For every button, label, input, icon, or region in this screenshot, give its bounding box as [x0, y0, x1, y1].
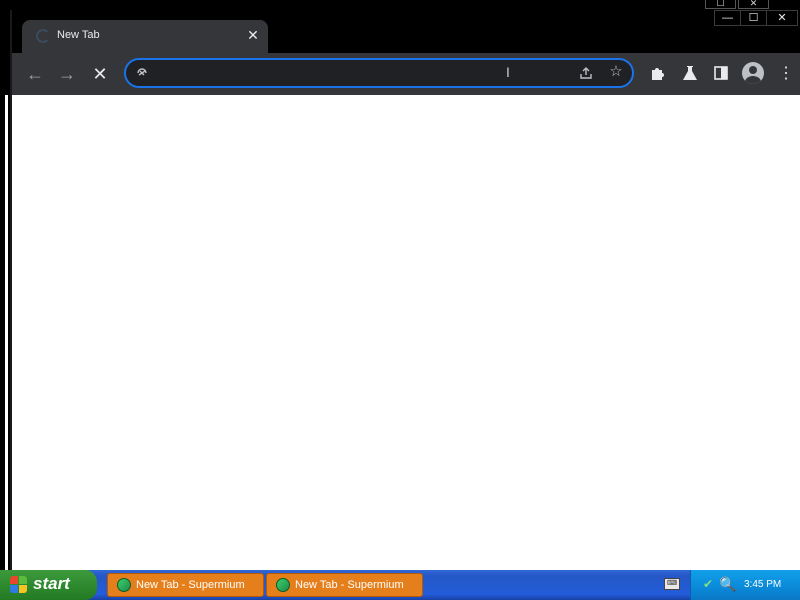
background-maximize-button[interactable]: ☐ [705, 0, 736, 9]
background-window-titlebar [0, 0, 800, 10]
tab-strip: New Tab ✕ — ☐ ✕ [12, 10, 800, 53]
network-icon[interactable]: ✔ [703, 577, 717, 591]
text-cursor-icon: I [506, 64, 510, 80]
background-close-button[interactable]: ✕ [738, 0, 769, 9]
side-panel-icon[interactable] [711, 64, 731, 84]
taskbar-item[interactable]: New Tab - Supermium [266, 573, 423, 597]
labs-flask-icon[interactable] [680, 64, 700, 84]
background-window-controls: ☐ ✕ [705, 0, 800, 10]
share-icon[interactable] [578, 65, 594, 81]
close-button[interactable]: ✕ [766, 10, 798, 26]
browser-toolbar: ← → ✕ I ☆ ⋮ [12, 53, 800, 95]
tab-title: New Tab [57, 29, 100, 41]
taskbar-item-label: New Tab - Supermium [136, 579, 245, 591]
avatar-head [749, 66, 757, 74]
search-tray-icon[interactable]: 🔍 [719, 576, 736, 592]
system-tray: ⌨ ✔ 🔍 3:45 PM [664, 570, 800, 600]
avatar-body [745, 76, 761, 84]
minimize-button[interactable]: — [714, 10, 741, 26]
loading-spinner-icon [36, 29, 50, 43]
clock[interactable]: 3:45 PM [744, 579, 781, 590]
stop-loading-icon[interactable]: ✕ [90, 64, 110, 84]
forward-arrow-icon[interactable]: → [57, 64, 77, 84]
address-input[interactable] [156, 63, 580, 85]
tab-new-tab[interactable]: New Tab ✕ [22, 20, 268, 53]
address-bar[interactable]: I ☆ [124, 58, 634, 88]
browser-window: New Tab ✕ — ☐ ✕ ← → ✕ I ☆ ⋮ [10, 10, 800, 570]
start-button[interactable]: start [0, 570, 97, 600]
taskbar-item[interactable]: New Tab - Supermium [107, 573, 264, 597]
supermium-icon [117, 578, 131, 592]
bookmark-star-icon[interactable]: ☆ [608, 64, 624, 80]
tab-close-icon[interactable]: ✕ [244, 26, 262, 44]
back-arrow-icon[interactable]: ← [25, 64, 45, 84]
extensions-icon[interactable] [648, 64, 668, 84]
supermium-icon [276, 578, 290, 592]
window-controls: — ☐ ✕ [714, 10, 798, 28]
maximize-button[interactable]: ☐ [740, 10, 767, 26]
keyboard-icon[interactable]: ⌨ [664, 578, 680, 590]
page-content[interactable] [12, 95, 800, 570]
taskbar: start New Tab - Supermium New Tab - Supe… [0, 570, 800, 600]
windows-logo-icon [10, 576, 28, 594]
site-info-icon[interactable] [136, 67, 148, 79]
background-window-content [5, 95, 8, 570]
menu-kebab-icon[interactable]: ⋮ [776, 64, 796, 84]
start-label: start [33, 574, 70, 593]
profile-avatar-icon[interactable] [742, 62, 764, 84]
taskbar-item-label: New Tab - Supermium [295, 579, 404, 591]
